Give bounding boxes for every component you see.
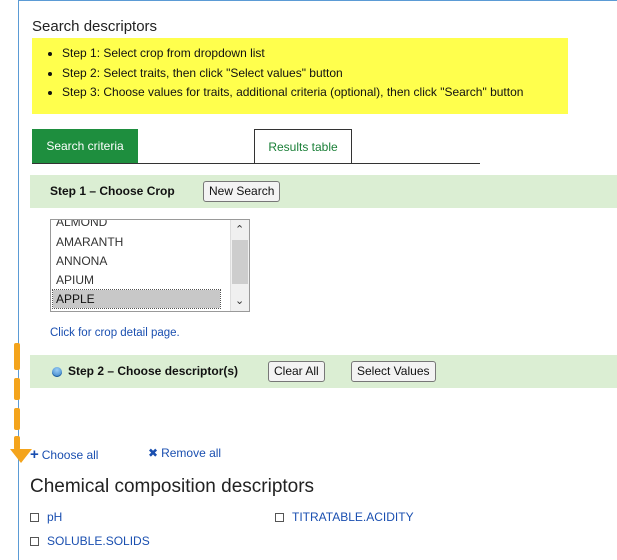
listbox-scrollbar[interactable]: ⌃ ⌄ (230, 220, 249, 311)
annotation-dash (14, 378, 20, 400)
checkbox[interactable] (30, 537, 39, 546)
descriptor-ph[interactable]: pH (30, 510, 62, 524)
instruction-step-1: Step 1: Select crop from dropdown list (62, 44, 568, 64)
descriptor-label: TITRATABLE.ACIDITY (292, 510, 414, 524)
step2-bar: Step 2 – Choose descriptor(s) Clear All … (30, 355, 617, 388)
plus-icon: + (30, 446, 39, 463)
instructions-box: Step 1: Select crop from dropdown list S… (32, 38, 568, 114)
choose-all-link[interactable]: + Choose all (30, 446, 98, 463)
descriptor-label: pH (47, 510, 63, 524)
checkbox[interactable] (275, 513, 284, 522)
select-values-button[interactable]: Select Values (351, 361, 436, 382)
instruction-step-2: Step 2: Select traits, then click "Selec… (62, 64, 568, 84)
step2-label: Step 2 – Choose descriptor(s) (68, 364, 239, 378)
checkbox[interactable] (30, 513, 39, 522)
section-title: Chemical composition descriptors (30, 476, 315, 497)
annotation-dash (14, 343, 20, 370)
crop-option[interactable]: ANNONA (56, 252, 107, 270)
scroll-thumb[interactable] (232, 240, 248, 284)
tab-results-table[interactable]: Results table (254, 129, 352, 163)
clear-all-button[interactable]: Clear All (268, 361, 325, 382)
tab-search-criteria[interactable]: Search criteria (32, 129, 138, 163)
crop-option[interactable]: APIUM (56, 271, 94, 289)
remove-all-label: Remove all (161, 446, 222, 460)
crop-detail-link[interactable]: Click for crop detail page. (50, 327, 180, 339)
annotation-arrow-icon (10, 449, 32, 463)
collapse-icon[interactable] (52, 367, 62, 377)
descriptor-soluble-solids[interactable]: SOLUBLE.SOLIDS (30, 534, 150, 548)
step1-bar: Step 1 – Choose Crop New Search (30, 175, 617, 208)
descriptor-titratable-acidity[interactable]: TITRATABLE.ACIDITY (275, 510, 414, 524)
remove-all-link[interactable]: ✖ Remove all (148, 446, 221, 460)
page-title: Search descriptors (32, 18, 158, 35)
crop-option[interactable]: AMARANTH (56, 233, 123, 251)
annotation-dash (14, 436, 20, 450)
annotation-dash (14, 408, 20, 430)
step1-label: Step 1 – Choose Crop (50, 184, 175, 198)
close-icon: ✖ (148, 446, 159, 460)
descriptor-label: SOLUBLE.SOLIDS (47, 534, 150, 548)
choose-all-label: Choose all (41, 448, 99, 462)
crop-option[interactable]: ALMOND (56, 220, 107, 231)
tab-divider (32, 163, 480, 164)
scroll-up-icon[interactable]: ⌃ (235, 224, 244, 236)
crop-option-selected[interactable]: APPLE (52, 289, 221, 309)
new-search-button[interactable]: New Search (203, 181, 281, 202)
instruction-step-3: Step 3: Choose values for traits, additi… (62, 83, 568, 103)
crop-listbox[interactable]: ALMOND AMARANTH ANNONA APIUM APPLE ⌃ ⌄ (50, 219, 250, 312)
scroll-down-icon[interactable]: ⌄ (235, 295, 244, 307)
